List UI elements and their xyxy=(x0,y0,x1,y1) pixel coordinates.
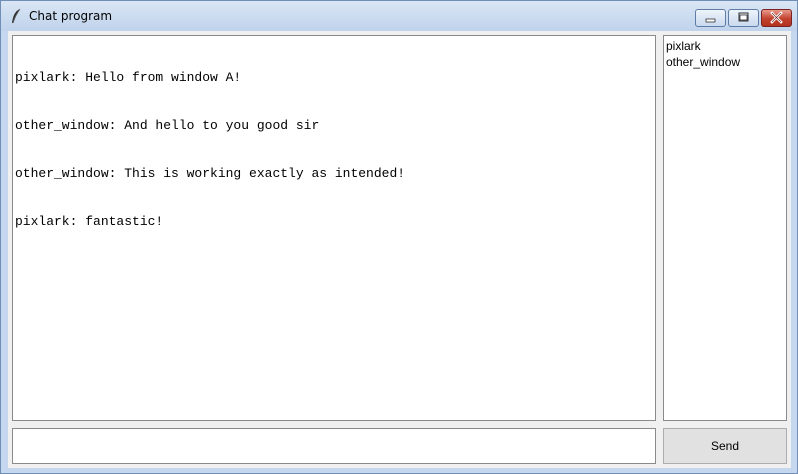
feather-icon xyxy=(10,8,22,24)
chat-message: pixlark: Hello from window A! xyxy=(15,70,242,85)
user-list-item[interactable]: other_window xyxy=(666,54,784,70)
chat-window: Chat program pixlark: Hello from window … xyxy=(0,0,798,474)
chat-message: other_window: This is working exactly as… xyxy=(15,166,406,181)
maximize-button[interactable] xyxy=(728,9,759,27)
chat-message: pixlark: fantastic! xyxy=(15,214,164,229)
window-title: Chat program xyxy=(29,9,113,23)
user-list-item[interactable]: pixlark xyxy=(666,38,784,54)
message-input[interactable] xyxy=(12,428,656,464)
chat-log[interactable]: pixlark: Hello from window A! other_wind… xyxy=(12,35,656,421)
send-button[interactable]: Send xyxy=(663,428,787,464)
user-list[interactable]: pixlark other_window xyxy=(663,35,787,421)
client-area: pixlark: Hello from window A! other_wind… xyxy=(8,31,791,468)
chat-message: other_window: And hello to you good sir xyxy=(15,118,320,133)
close-button[interactable] xyxy=(761,9,792,27)
title-bar[interactable]: Chat program xyxy=(1,1,797,31)
minimize-button[interactable] xyxy=(695,9,726,27)
